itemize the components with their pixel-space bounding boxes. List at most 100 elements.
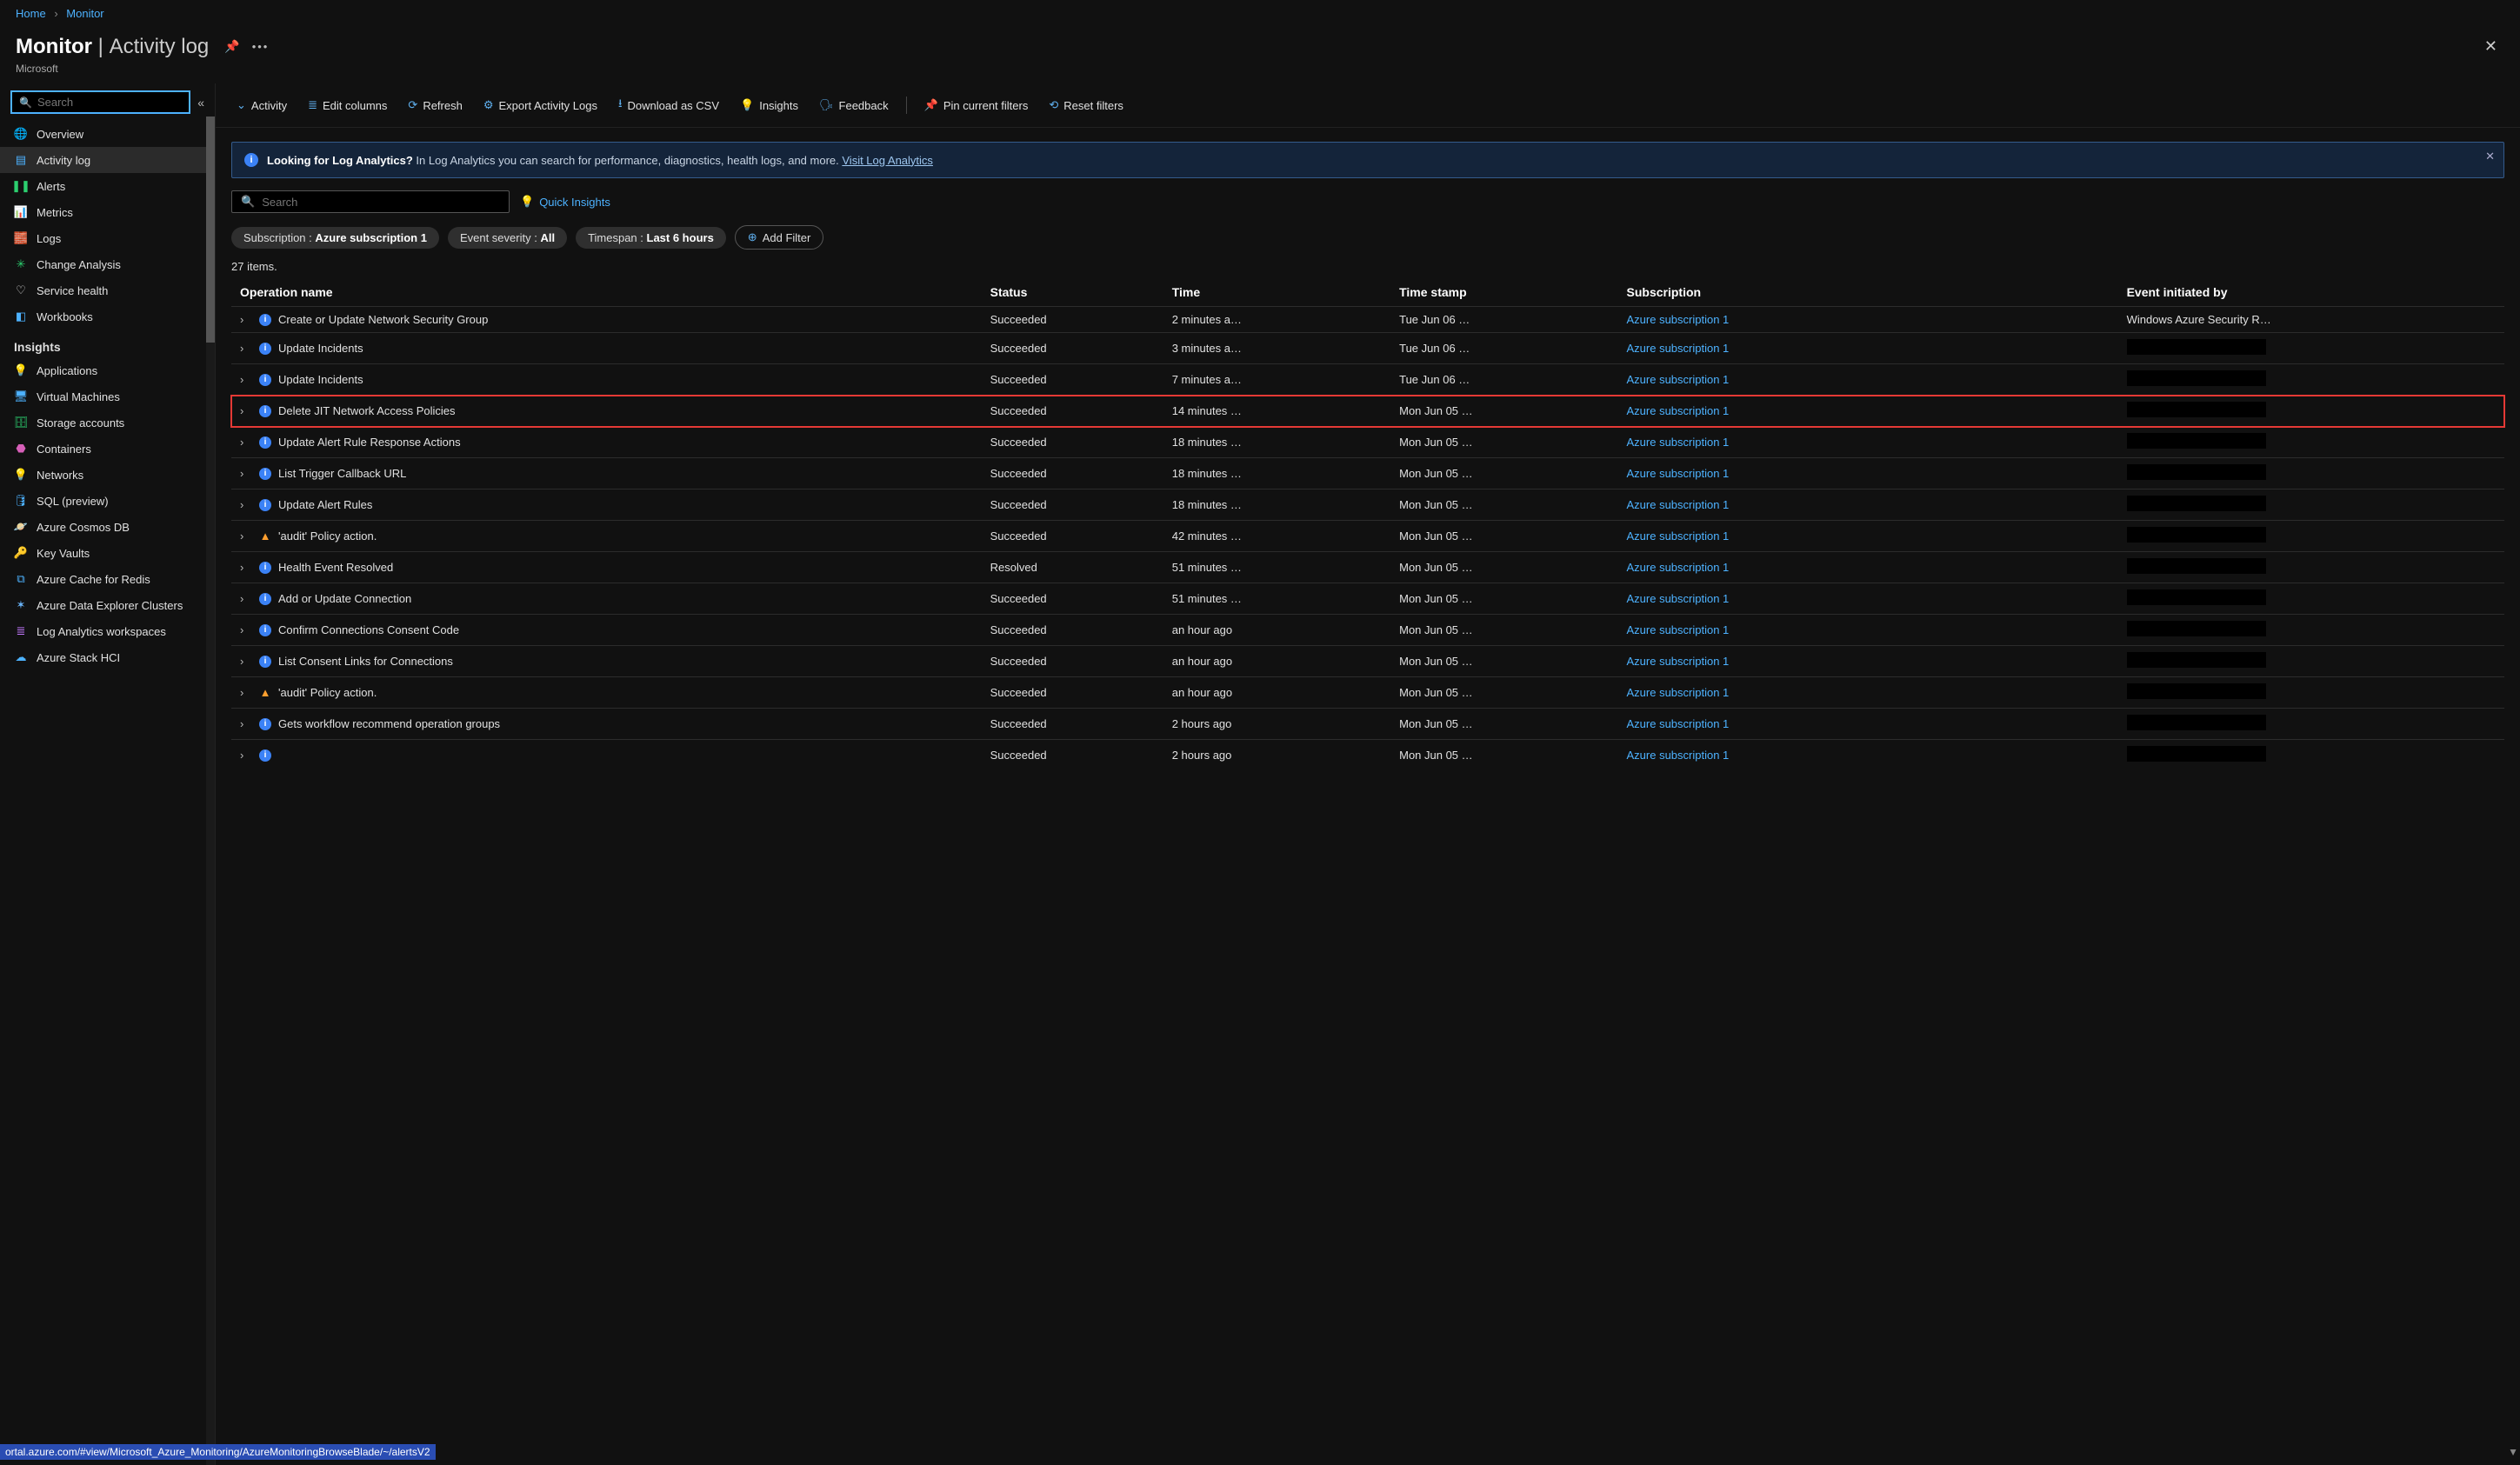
table-row[interactable]: ›iUpdate Incidents Succeeded 7 minutes a… [231, 364, 2504, 396]
reset-filters-button[interactable]: ⟲Reset filters [1040, 93, 1132, 117]
sidebar-search-input[interactable] [37, 96, 182, 109]
banner-close-icon[interactable]: ✕ [2485, 150, 2495, 163]
subscription-link[interactable]: Azure subscription 1 [1627, 342, 1730, 355]
expand-chevron-icon[interactable]: › [240, 529, 252, 543]
expand-chevron-icon[interactable]: › [240, 623, 252, 636]
sidebar-item-change-analysis[interactable]: ✳Change Analysis [0, 251, 215, 277]
sidebar-item-overview[interactable]: 🌐Overview [0, 121, 215, 147]
sidebar-scrollbar[interactable] [206, 117, 215, 1465]
sidebar-item-azure-data-explorer-clusters[interactable]: ✶Azure Data Explorer Clusters [0, 592, 215, 618]
sidebar-item-virtual-machines[interactable]: 🖥Virtual Machines [0, 383, 215, 410]
expand-chevron-icon[interactable]: › [240, 342, 252, 355]
sidebar-item-azure-cache-for-redis[interactable]: ⧉Azure Cache for Redis [0, 566, 215, 592]
col-operation[interactable]: Operation name [231, 278, 982, 307]
filter-subscription[interactable]: Subscription : Azure subscription 1 [231, 227, 439, 249]
sidebar-item-service-health[interactable]: ♡Service health [0, 277, 215, 303]
breadcrumb-monitor[interactable]: Monitor [66, 7, 103, 20]
table-row[interactable]: ›iConfirm Connections Consent Code Succe… [231, 615, 2504, 646]
sidebar-item-logs[interactable]: 🧱Logs [0, 225, 215, 251]
sidebar-item-containers[interactable]: ⬣Containers [0, 436, 215, 462]
expand-chevron-icon[interactable]: › [240, 592, 252, 605]
expand-chevron-icon[interactable]: › [240, 313, 252, 326]
table-row[interactable]: ›i Succeeded 2 hours ago Mon Jun 05 … Az… [231, 740, 2504, 771]
subscription-link[interactable]: Azure subscription 1 [1627, 404, 1730, 417]
export-logs-button[interactable]: ⚙Export Activity Logs [475, 93, 606, 117]
sidebar-item-sql-preview-[interactable]: 🛢SQL (preview) [0, 488, 215, 514]
table-row[interactable]: ›iList Consent Links for Connections Suc… [231, 646, 2504, 677]
table-row[interactable]: ›iCreate or Update Network Security Grou… [231, 307, 2504, 333]
banner-link[interactable]: Visit Log Analytics [842, 154, 933, 167]
add-filter-button[interactable]: ⊕Add Filter [735, 225, 824, 250]
col-initiated-by[interactable]: Event initiated by [2118, 278, 2504, 307]
subscription-link[interactable]: Azure subscription 1 [1627, 592, 1730, 605]
table-row[interactable]: ›▲'audit' Policy action. Succeeded 42 mi… [231, 521, 2504, 552]
subscription-link[interactable]: Azure subscription 1 [1627, 561, 1730, 574]
more-dots-icon[interactable]: ••• [252, 40, 270, 53]
table-row[interactable]: ›iUpdate Alert Rule Response Actions Suc… [231, 427, 2504, 458]
table-row[interactable]: ›iHealth Event Resolved Resolved 51 minu… [231, 552, 2504, 583]
expand-chevron-icon[interactable]: › [240, 686, 252, 699]
subscription-link[interactable]: Azure subscription 1 [1627, 498, 1730, 511]
edit-columns-button[interactable]: ≣Edit columns [299, 93, 396, 117]
collapse-icon[interactable]: « [197, 96, 204, 110]
sidebar-item-networks[interactable]: 💡Networks [0, 462, 215, 488]
col-subscription[interactable]: Subscription [1618, 278, 2118, 307]
sidebar-item-metrics[interactable]: 📊Metrics [0, 199, 215, 225]
quick-insights-button[interactable]: 💡 Quick Insights [520, 195, 610, 209]
col-status[interactable]: Status [982, 278, 1163, 307]
download-csv-button[interactable]: ⭳Download as CSV [610, 90, 728, 120]
subscription-link[interactable]: Azure subscription 1 [1627, 313, 1730, 326]
expand-chevron-icon[interactable]: › [240, 373, 252, 386]
sidebar-item-applications[interactable]: 💡Applications [0, 357, 215, 383]
filter-timespan[interactable]: Timespan : Last 6 hours [576, 227, 726, 249]
feedback-button[interactable]: 🗣Feedback [810, 93, 897, 117]
table-row[interactable]: ›iList Trigger Callback URL Succeeded 18… [231, 458, 2504, 489]
sidebar-item-alerts[interactable]: ❚❚Alerts [0, 173, 215, 199]
expand-chevron-icon[interactable]: › [240, 655, 252, 668]
close-icon[interactable]: ✕ [2477, 30, 2504, 63]
refresh-button[interactable]: ⟳Refresh [399, 93, 470, 117]
sidebar-item-workbooks[interactable]: ◧Workbooks [0, 303, 215, 330]
subscription-link[interactable]: Azure subscription 1 [1627, 623, 1730, 636]
col-timestamp[interactable]: Time stamp [1390, 278, 1617, 307]
col-time[interactable]: Time [1163, 278, 1390, 307]
breadcrumb-home[interactable]: Home [16, 7, 46, 20]
subscription-link[interactable]: Azure subscription 1 [1627, 529, 1730, 543]
subscription-link[interactable]: Azure subscription 1 [1627, 717, 1730, 730]
sidebar-item-azure-stack-hci[interactable]: ☁Azure Stack HCI [0, 644, 215, 670]
expand-chevron-icon[interactable]: › [240, 717, 252, 730]
subscription-link[interactable]: Azure subscription 1 [1627, 436, 1730, 449]
filter-severity[interactable]: Event severity : All [448, 227, 567, 249]
pin-filters-button[interactable]: 📌Pin current filters [916, 93, 1037, 117]
table-row[interactable]: ›iAdd or Update Connection Succeeded 51 … [231, 583, 2504, 615]
cell-timestamp: Mon Jun 05 … [1390, 521, 1617, 552]
subscription-link[interactable]: Azure subscription 1 [1627, 467, 1730, 480]
sidebar-search[interactable]: 🔍 [10, 90, 190, 114]
table-row[interactable]: ›iGets workflow recommend operation grou… [231, 709, 2504, 740]
expand-chevron-icon[interactable]: › [240, 467, 252, 480]
pin-icon[interactable]: 📌 [224, 39, 239, 54]
table-row[interactable]: ›iUpdate Incidents Succeeded 3 minutes a… [231, 333, 2504, 364]
subscription-link[interactable]: Azure subscription 1 [1627, 373, 1730, 386]
sidebar-item-azure-cosmos-db[interactable]: 🪐Azure Cosmos DB [0, 514, 215, 540]
sidebar-item-key-vaults[interactable]: 🔑Key Vaults [0, 540, 215, 566]
expand-chevron-icon[interactable]: › [240, 404, 252, 417]
subscription-link[interactable]: Azure subscription 1 [1627, 686, 1730, 699]
sidebar-item-storage-accounts[interactable]: 🗄Storage accounts [0, 410, 215, 436]
expand-chevron-icon[interactable]: › [240, 561, 252, 574]
subscription-link[interactable]: Azure subscription 1 [1627, 655, 1730, 668]
expand-chevron-icon[interactable]: › [240, 436, 252, 449]
page-scroll-down-icon[interactable]: ▼ [2508, 1446, 2518, 1458]
table-row[interactable]: ›▲'audit' Policy action. Succeeded an ho… [231, 677, 2504, 709]
table-row[interactable]: ›iDelete JIT Network Access Policies Suc… [231, 396, 2504, 427]
insights-button[interactable]: 💡Insights [731, 93, 807, 117]
main-search[interactable]: 🔍 [231, 190, 510, 213]
main-search-input[interactable] [262, 196, 500, 209]
expand-chevron-icon[interactable]: › [240, 498, 252, 511]
sidebar-item-activity-log[interactable]: ▤Activity log [0, 147, 215, 173]
activity-button[interactable]: ⌄Activity [228, 93, 296, 117]
expand-chevron-icon[interactable]: › [240, 749, 252, 762]
table-row[interactable]: ›iUpdate Alert Rules Succeeded 18 minute… [231, 489, 2504, 521]
sidebar-item-log-analytics-workspaces[interactable]: ≣Log Analytics workspaces [0, 618, 215, 644]
subscription-link[interactable]: Azure subscription 1 [1627, 749, 1730, 762]
